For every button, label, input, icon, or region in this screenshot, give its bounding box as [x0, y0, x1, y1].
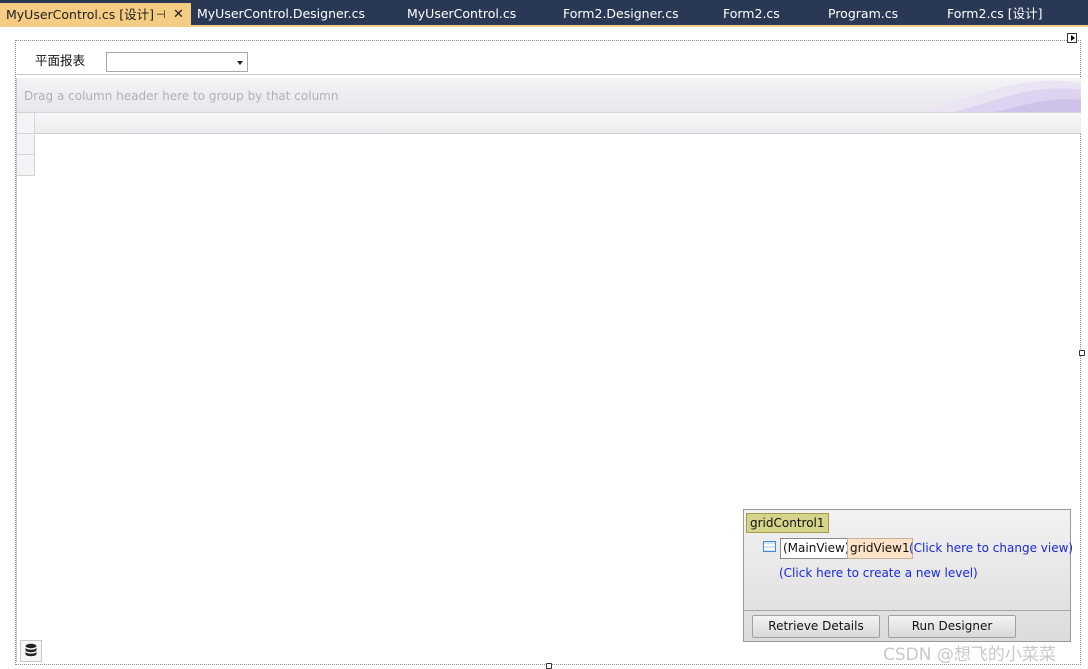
create-level-link[interactable]: (Click here to create a new level) [779, 566, 978, 580]
header-row-indicator [17, 113, 35, 134]
tab-form2-design[interactable]: Form2.cs [设计] [941, 3, 1043, 25]
run-designer-button[interactable]: Run Designer [888, 615, 1016, 638]
group-panel[interactable]: Drag a column header here to group by th… [17, 78, 1081, 113]
column-header-panel[interactable] [17, 113, 1081, 134]
tab-myusercontrol-designer-cs[interactable]: MyUserControl.Designer.cs [191, 3, 365, 25]
change-view-link[interactable]: (Click here to change view) [909, 541, 1073, 555]
tab-label: Form2.Designer.cs [563, 6, 679, 21]
tab-program-cs[interactable]: Program.cs [822, 3, 898, 25]
group-panel-hint: Drag a column header here to group by th… [24, 89, 339, 103]
level-designer: gridControl1 (MainView) gridView1 (Click… [743, 509, 1073, 642]
tab-myusercontrol-design[interactable]: MyUserControl.cs [设计] ⊣ ✕ [0, 3, 191, 27]
grid-view-icon [763, 541, 776, 552]
tab-label: Form2.cs [设计] [947, 6, 1043, 21]
watermark-text: CSDN @想飞的小菜菜 [883, 645, 1056, 665]
retrieve-details-button[interactable]: Retrieve Details [752, 615, 880, 638]
tab-form2-designer-cs[interactable]: Form2.Designer.cs [557, 3, 679, 25]
data-source-button[interactable] [20, 640, 42, 662]
tab-myusercontrol-cs[interactable]: MyUserControl.cs [401, 3, 516, 25]
designer-window: MyUserControl.cs [设计] ⊣ ✕ MyUserControl.… [0, 0, 1088, 669]
close-icon[interactable]: ✕ [173, 3, 184, 26]
dropdown-arrow-icon[interactable] [237, 61, 243, 65]
skin-decoration-swoosh [924, 80, 1081, 112]
report-label: 平面报表 [35, 53, 86, 68]
tab-label: MyUserControl.cs [设计] [6, 7, 154, 22]
database-icon [25, 643, 37, 657]
row-indicator[interactable] [17, 155, 35, 176]
grid-view-badge[interactable]: gridView1 [847, 538, 913, 559]
tab-label: MyUserControl.cs [407, 6, 517, 21]
report-combobox[interactable] [106, 52, 248, 72]
tab-label: MyUserControl.Designer.cs [197, 6, 366, 21]
tabstrip-underline [0, 25, 1088, 27]
tab-label: Program.cs [828, 6, 899, 21]
resize-handle-bottom[interactable] [546, 663, 552, 669]
level-designer-separator [744, 610, 1070, 611]
row-indicator[interactable] [17, 134, 35, 155]
grid-control-name-badge[interactable]: gridControl1 [746, 513, 829, 533]
tab-form2-cs[interactable]: Form2.cs [717, 3, 780, 25]
tab-label: Form2.cs [723, 6, 780, 21]
main-view-badge[interactable]: (MainView) [780, 538, 853, 559]
pin-icon[interactable]: ⊣ [156, 3, 166, 26]
document-tabstrip: MyUserControl.cs [设计] ⊣ ✕ MyUserControl.… [0, 0, 1088, 27]
